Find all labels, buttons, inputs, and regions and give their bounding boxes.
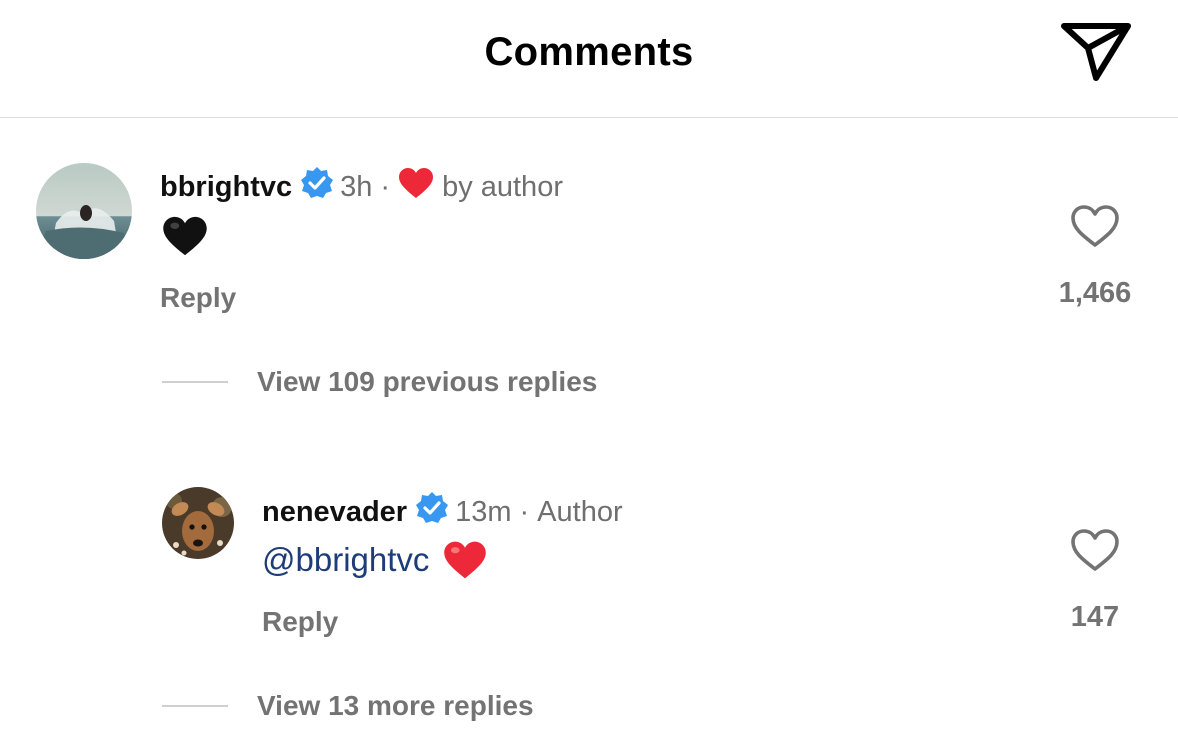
like-column: 1,466 xyxy=(1035,204,1155,310)
verified-badge-icon xyxy=(415,491,449,533)
timestamp: 3h xyxy=(340,170,373,203)
mention-link[interactable]: @bbrightvc xyxy=(262,541,429,579)
meta-separator: · xyxy=(519,495,530,528)
username[interactable]: bbrightvc xyxy=(160,171,292,204)
avatar[interactable] xyxy=(162,487,234,559)
heart-outline-icon[interactable] xyxy=(1070,204,1120,248)
divider-line xyxy=(162,705,228,707)
timestamp: 13m xyxy=(455,495,512,528)
like-column: 147 xyxy=(1035,528,1155,634)
comment-meta: bbrightvc 3h · by author xyxy=(160,166,563,208)
like-count: 147 xyxy=(1070,601,1120,633)
verified-badge-icon xyxy=(300,166,334,208)
red-heart-icon xyxy=(444,541,487,579)
username[interactable]: nenevader xyxy=(262,496,407,529)
author-label: Author xyxy=(537,495,623,528)
comment-body: 🖤 xyxy=(162,214,208,260)
reply-button[interactable]: Reply xyxy=(262,606,338,638)
view-replies-button[interactable]: View 13 more replies xyxy=(162,690,534,722)
reply-button[interactable]: Reply xyxy=(160,282,236,314)
comments-header: Comments xyxy=(0,0,1178,118)
page-title: Comments xyxy=(484,30,694,74)
divider-line xyxy=(162,381,228,383)
comment-meta: nenevader 13m · Author xyxy=(262,491,623,533)
black-heart-icon xyxy=(163,216,207,256)
author-liked-heart-icon xyxy=(398,167,434,207)
meta-separator: · xyxy=(380,170,391,203)
comment-body: @bbrightvc ❤️ xyxy=(262,540,487,580)
view-replies-button[interactable]: View 109 previous replies xyxy=(162,366,597,398)
liked-by-author-label: by author xyxy=(442,170,563,203)
like-count: 1,466 xyxy=(1058,277,1132,309)
view-replies-label[interactable]: View 109 previous replies xyxy=(257,366,597,398)
view-replies-label[interactable]: View 13 more replies xyxy=(257,690,534,722)
heart-outline-icon[interactable] xyxy=(1070,528,1120,572)
paper-plane-icon[interactable] xyxy=(1058,18,1134,84)
avatar[interactable] xyxy=(36,163,132,259)
